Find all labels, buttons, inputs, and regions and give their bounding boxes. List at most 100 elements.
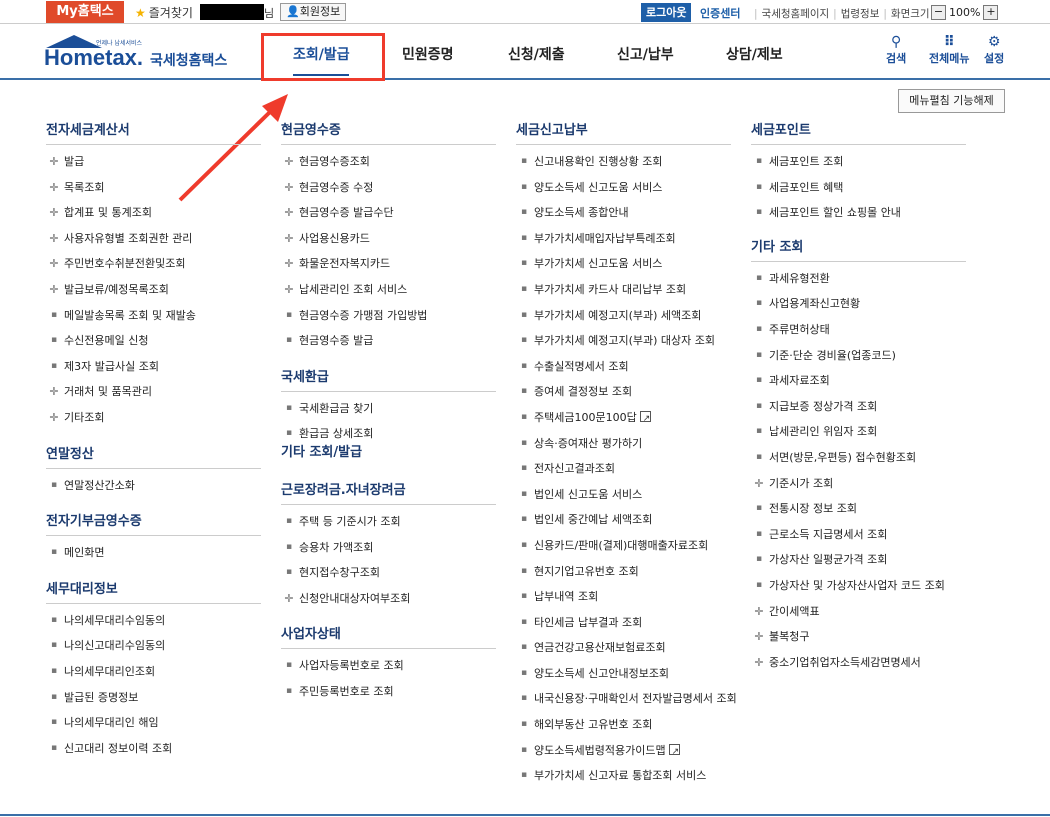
menu-item[interactable]: ▪ 법인세 중간예납 세액조회 (516, 507, 731, 533)
menu-item[interactable]: ▪ 신고대리 정보이력 조회 (46, 736, 261, 762)
menu-item[interactable]: ▪ 부가가치세 신고도움 서비스 (516, 251, 731, 277)
menu-item[interactable]: ✛ 기준시가 조회 (751, 471, 966, 497)
menu-item[interactable]: ▪ 연말정산간소화 (46, 473, 261, 499)
menu-item[interactable]: ▪ 상속·증여재산 평가하기 (516, 431, 731, 457)
menu-item[interactable]: ✛ 거래처 및 품목관리 (46, 379, 261, 405)
section-title[interactable]: 국세환급 (281, 364, 496, 392)
menu-item[interactable]: ✛ 발급 (46, 149, 261, 175)
menu-item[interactable]: ✛ 주민번호수취분전환및조회 (46, 251, 261, 277)
menu-item[interactable]: ▪ 나의세무대리인조회 (46, 659, 261, 685)
menu-item[interactable]: ▪ 주택세금100문100답 (516, 405, 731, 433)
zoom-in-button[interactable]: + (983, 4, 999, 20)
menu-item[interactable]: ✛ 사업용신용카드 (281, 226, 496, 252)
menu-item[interactable]: ▪ 주택 등 기준시가 조회 (281, 509, 496, 535)
search-button[interactable]: ⚲ 검색 (886, 34, 906, 66)
menu-item[interactable]: ▪ 서면(방문,우편등) 접수현황조회 (751, 445, 966, 471)
all-menu-button[interactable]: ⠿ 전체메뉴 (929, 34, 969, 66)
menu-item[interactable]: ▪ 메일발송목록 조회 및 재발송 (46, 303, 261, 329)
menu-item[interactable]: ▪ 증여세 결정정보 조회 (516, 379, 731, 405)
menu-item[interactable]: ▪ 현금영수증 가맹점 가입방법 (281, 303, 496, 329)
menu-item[interactable]: ▪ 납세관리인 위임자 조회 (751, 419, 966, 445)
menu-item[interactable]: ▪ 납부내역 조회 (516, 584, 731, 610)
gnb-apply-submit[interactable]: 신청/제출 (508, 44, 565, 64)
gnb-report-pay[interactable]: 신고/납부 (617, 44, 674, 64)
logout-button[interactable]: 로그아웃 (641, 3, 692, 22)
menu-item[interactable]: ▪ 전통시장 정보 조회 (751, 496, 966, 522)
menu-item[interactable]: ▪ 사업용계좌신고현황 (751, 291, 966, 317)
menu-item[interactable]: ▪ 부가가치세 예정고지(부과) 대상자 조회 (516, 328, 731, 354)
cert-center-link[interactable]: 인증센터 (700, 5, 740, 21)
menu-item[interactable]: ▪ 발급된 증명정보 (46, 685, 261, 711)
menu-item[interactable]: ▪ 현지기업고유번호 조회 (516, 559, 731, 585)
menu-item[interactable]: ✛ 간이세액표 (751, 599, 966, 625)
menu-item[interactable]: ✛ 현금영수증조회 (281, 149, 496, 175)
menu-item[interactable]: ▪ 연금건강고용산재보험료조회 (516, 635, 731, 661)
menu-item[interactable]: ▪ 세금포인트 조회 (751, 149, 966, 175)
menu-item[interactable]: ▪ 부가가치세 예정고지(부과) 세액조회 (516, 303, 731, 329)
my-hometax-button[interactable]: My홈택스 (46, 1, 124, 23)
menu-item[interactable]: ▪ 양도소득세 신고안내정보조회 (516, 661, 731, 687)
menu-item[interactable]: ▪ 양도소득세 종합안내 (516, 200, 731, 226)
menu-item[interactable]: ▪ 양도소득세 신고도움 서비스 (516, 175, 731, 201)
hometax-logo[interactable]: 언제나 납세서비스 Hometax. 국세청홈택스 (44, 34, 234, 70)
menu-expand-toggle-button[interactable]: 메뉴펼침 기능해제 (898, 89, 1005, 113)
menu-item[interactable]: ✛ 중소기업취업자소득세감면명세서 (751, 650, 966, 676)
menu-item[interactable]: ▪ 수신전용메일 신청 (46, 328, 261, 354)
section-title[interactable]: 기타 조회 (751, 234, 966, 262)
menu-item[interactable]: ✛ 사용자유형별 조회권한 관리 (46, 226, 261, 252)
menu-item[interactable]: ✛ 기타조회 (46, 405, 261, 431)
menu-item[interactable]: ▪ 제3자 발급사실 조회 (46, 354, 261, 380)
menu-item[interactable]: ▪ 신고내용확인 진행상황 조회 (516, 149, 731, 175)
menu-item[interactable]: ▪ 주민등록번호로 조회 (281, 679, 496, 705)
menu-item[interactable]: ✛ 합계표 및 통계조회 (46, 200, 261, 226)
menu-item[interactable]: ▪ 사업자등록번호로 조회 (281, 653, 496, 679)
section-title[interactable]: 전자세금계산서 (46, 117, 261, 145)
menu-item[interactable]: ✛ 현금영수증 수정 (281, 175, 496, 201)
member-info-button[interactable]: 👤회원정보 (280, 3, 347, 21)
menu-item[interactable]: ▪ 과세자료조회 (751, 368, 966, 394)
menu-item[interactable]: ▪ 세금포인트 혜택 (751, 175, 966, 201)
law-info-link[interactable]: 법령정보 (841, 8, 880, 20)
menu-item[interactable]: ▪ 양도소득세법령적용가이드맵 (516, 738, 731, 765)
menu-item[interactable]: ✛ 현금영수증 발급수단 (281, 200, 496, 226)
section-title[interactable]: 세무대리정보 (46, 576, 261, 604)
menu-item[interactable]: ▪ 근로소득 지급명세서 조회 (751, 522, 966, 548)
menu-item[interactable]: ▪ 과세유형전환 (751, 266, 966, 292)
menu-item[interactable]: ▪ 타인세금 납부결과 조회 (516, 610, 731, 636)
menu-item[interactable]: ✛ 신청안내대상자여부조회 (281, 586, 496, 612)
menu-item[interactable]: ▪ 나의세무대리수임동의 (46, 608, 261, 634)
menu-item[interactable]: ▪ 국세환급금 찾기 (281, 396, 496, 422)
menu-item[interactable]: ▪ 나의세무대리인 해임 (46, 710, 261, 736)
menu-item[interactable]: ▪ 법인세 신고도움 서비스 (516, 482, 731, 508)
nts-homepage-link[interactable]: 국세청홈페이지 (762, 8, 830, 20)
menu-item[interactable]: ▪ 신용카드/판매(결제)대행매출자료조회 (516, 533, 731, 559)
section-title[interactable]: 사업자상태 (281, 621, 496, 650)
gnb-consult-report[interactable]: 상담/제보 (726, 44, 783, 64)
menu-item[interactable]: ▪ 나의신고대리수임동의 (46, 633, 261, 659)
menu-item[interactable]: ▪ 부가가치세 카드사 대리납부 조회 (516, 277, 731, 303)
menu-item[interactable]: ▪ 가상자산 일평균가격 조회 (751, 547, 966, 573)
menu-item[interactable]: ▪ 지급보증 정상가격 조회 (751, 394, 966, 420)
section-title[interactable]: 연말정산 (46, 441, 261, 469)
section-title[interactable]: 세금신고납부 (516, 117, 731, 145)
menu-item[interactable]: ▪ 가상자산 및 가상자산사업자 코드 조회 (751, 573, 966, 599)
settings-button[interactable]: ⚙ 설정 (984, 34, 1004, 66)
menu-item[interactable]: ▪ 세금포인트 할인 쇼핑몰 안내 (751, 200, 966, 226)
menu-item[interactable]: ▪ 해외부동산 고유번호 조회 (516, 712, 731, 738)
menu-item[interactable]: ▪ 내국신용장·구매확인서 전자발급명세서 조회 (516, 686, 737, 712)
menu-item[interactable]: ▪ 현지접수창구조회 (281, 560, 496, 586)
menu-item[interactable]: ▪ 현금영수증 발급 (281, 328, 496, 354)
menu-item[interactable]: ▪ 메인화면 (46, 540, 261, 566)
menu-item[interactable]: ▪ 환급금 상세조회 (281, 421, 496, 447)
menu-item[interactable]: ✛ 화물운전자복지카드 (281, 251, 496, 277)
menu-item[interactable]: ▪ 승용차 가액조회 (281, 535, 496, 561)
menu-item[interactable]: ▪ 주류면허상태 (751, 317, 966, 343)
menu-item[interactable]: ✛ 목록조회 (46, 175, 261, 201)
zoom-out-button[interactable]: − (931, 4, 946, 20)
menu-item[interactable]: ▪ 부가가치세 신고자료 통합조회 서비스 (516, 763, 731, 789)
section-title[interactable]: 근로장려금.자녀장려금 (281, 477, 496, 505)
menu-item[interactable]: ✛ 납세관리인 조회 서비스 (281, 277, 496, 303)
section-title[interactable]: 전자기부금영수증 (46, 508, 261, 537)
section-title[interactable]: 세금포인트 (751, 117, 966, 145)
menu-item[interactable]: ▪ 전자신고결과조회 (516, 456, 731, 482)
